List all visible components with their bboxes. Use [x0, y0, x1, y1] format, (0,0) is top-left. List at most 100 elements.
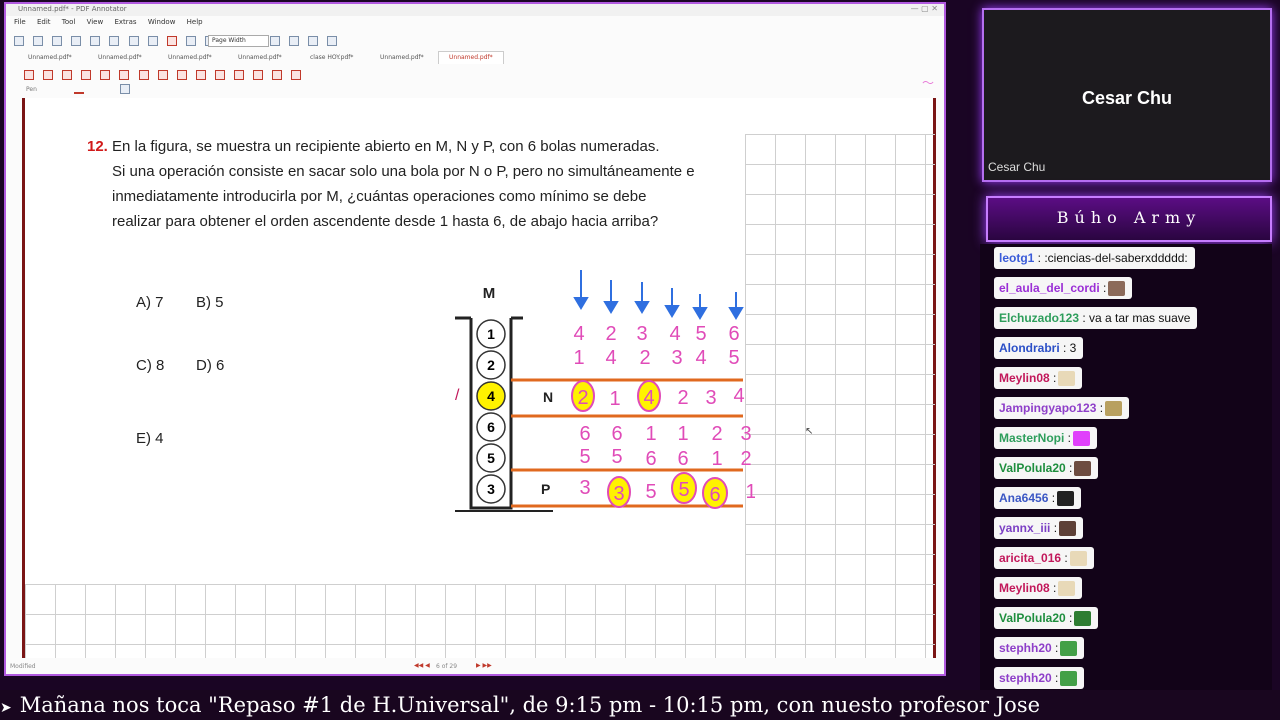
- pen-width-icon[interactable]: [118, 82, 132, 96]
- chat-username[interactable]: Meylin08: [999, 371, 1050, 385]
- chat-username[interactable]: Elchuzado123: [999, 311, 1079, 325]
- text-icon[interactable]: [214, 70, 225, 80]
- delete-icon[interactable]: [166, 36, 177, 46]
- emote-icon: [1074, 611, 1092, 627]
- image-icon[interactable]: [253, 70, 264, 80]
- ticker-arrow-icon: ➤: [0, 700, 12, 716]
- svg-text:6: 6: [579, 423, 590, 445]
- chat-username[interactable]: ValPolula20: [999, 611, 1066, 625]
- save-icon[interactable]: [52, 36, 63, 46]
- chat-message-text: :: [1061, 551, 1068, 565]
- chat-username[interactable]: stephh20: [999, 671, 1052, 685]
- stamp-icon[interactable]: [234, 70, 245, 80]
- fullscreen-icon[interactable]: [327, 36, 338, 46]
- svg-text:1: 1: [573, 347, 584, 369]
- page-nav-forward-icons[interactable]: ▶ ▶▶: [476, 662, 492, 669]
- eraser-icon[interactable]: [119, 70, 130, 80]
- chat-username[interactable]: yannx_iii: [999, 521, 1050, 535]
- print-icon[interactable]: [90, 36, 101, 46]
- tab-document-2[interactable]: Unnamed.pdf*: [88, 52, 152, 64]
- svg-text:2: 2: [605, 323, 616, 345]
- chat-message: yannx_iii :: [994, 517, 1084, 539]
- cut-icon[interactable]: [109, 36, 120, 46]
- menu-help[interactable]: Help: [187, 18, 203, 26]
- undo-icon[interactable]: [185, 36, 196, 46]
- page-indicator[interactable]: 6 of 29: [436, 663, 457, 670]
- svg-text:5: 5: [579, 446, 590, 468]
- chat-message-text: :: [1064, 431, 1072, 445]
- status-text: Modified: [10, 663, 36, 670]
- handwritten-arrows: [573, 270, 744, 320]
- page-nav-icons[interactable]: ◀◀ ◀: [414, 662, 430, 669]
- tab-document-1[interactable]: Unnamed.pdf*: [18, 52, 82, 64]
- svg-text:5: 5: [695, 323, 706, 345]
- chat-title: Búho Army: [1056, 208, 1202, 227]
- new-icon[interactable]: [14, 36, 24, 46]
- highlighter-icon[interactable]: [100, 70, 111, 80]
- chat-message-text: :: [1065, 461, 1073, 475]
- pointer-icon[interactable]: [24, 70, 34, 80]
- zoom-icon[interactable]: [62, 70, 73, 80]
- view-toolbar: [268, 32, 339, 51]
- save-as-icon[interactable]: [71, 36, 82, 46]
- menu-window[interactable]: Window: [148, 18, 176, 26]
- chat-username[interactable]: stephh20: [999, 641, 1052, 655]
- chat-username[interactable]: Jampingyapo123: [999, 401, 1096, 415]
- chat-username[interactable]: Meylin08: [999, 581, 1050, 595]
- chat-message-text: :: [1049, 371, 1057, 385]
- question-line-4: realizar para obtener el orden ascendent…: [112, 213, 659, 230]
- option-b: B) 5: [196, 294, 224, 311]
- tab-document-3[interactable]: Unnamed.pdf*: [158, 52, 222, 64]
- signature-icon[interactable]: 〜: [922, 74, 934, 91]
- chat-username[interactable]: aricita_016: [999, 551, 1061, 565]
- menu-extras[interactable]: Extras: [114, 18, 136, 26]
- menu-tool[interactable]: Tool: [62, 18, 76, 26]
- hand-icon[interactable]: [43, 70, 54, 80]
- svg-text:6: 6: [677, 448, 688, 470]
- svg-text:4: 4: [487, 388, 495, 404]
- svg-text:2: 2: [740, 448, 751, 470]
- pen-icon[interactable]: [81, 70, 92, 80]
- menu-file[interactable]: File: [14, 18, 26, 26]
- chat-username[interactable]: el_aula_del_cordi: [999, 281, 1100, 295]
- pdf-page[interactable]: 12. En la figura, se muestra un recipien…: [22, 98, 936, 658]
- svg-text:2: 2: [639, 347, 650, 369]
- tab-clase-hoy[interactable]: clase HOY.pdf*: [300, 52, 363, 64]
- favorite-icon[interactable]: [291, 70, 302, 80]
- menu-view[interactable]: View: [87, 18, 104, 26]
- fit-width-icon[interactable]: [289, 36, 300, 46]
- arrow-icon[interactable]: [157, 70, 168, 80]
- document-tabs: Unnamed.pdf* Unnamed.pdf* Unnamed.pdf* U…: [12, 51, 936, 64]
- svg-text:1: 1: [745, 481, 755, 503]
- emote-icon: [1105, 401, 1123, 417]
- svg-text:2: 2: [677, 387, 688, 409]
- chat-message: Ana6456 :: [994, 487, 1082, 509]
- chat-username[interactable]: Alondrabri: [999, 341, 1060, 355]
- two-page-icon[interactable]: [308, 36, 319, 46]
- chat-username[interactable]: MasterNopi: [999, 431, 1064, 445]
- handwritten-mark: /: [455, 387, 460, 404]
- tab-document-6[interactable]: Unnamed.pdf*: [370, 52, 434, 64]
- chat-message-text: :: [1096, 401, 1104, 415]
- svg-text:2: 2: [711, 423, 722, 445]
- chat-username[interactable]: ValPolula20: [999, 461, 1066, 475]
- pen-color-icon[interactable]: [74, 82, 84, 94]
- paste-icon[interactable]: [147, 36, 158, 46]
- tab-document-4[interactable]: Unnamed.pdf*: [228, 52, 292, 64]
- fit-page-icon[interactable]: [270, 36, 280, 46]
- chat-message: el_aula_del_cordi :: [994, 277, 1133, 299]
- chat-username[interactable]: leotg1: [999, 251, 1034, 265]
- chat-username[interactable]: Ana6456: [999, 491, 1048, 505]
- open-icon[interactable]: [33, 36, 44, 46]
- copy-icon[interactable]: [128, 36, 139, 46]
- svg-text:6: 6: [645, 448, 656, 470]
- zoom-select[interactable]: Page Width: [208, 35, 269, 47]
- line-icon[interactable]: [138, 70, 149, 80]
- link-icon[interactable]: [272, 70, 283, 80]
- tool-options-bar: Pen: [6, 82, 944, 96]
- rectangle-icon[interactable]: [176, 70, 187, 80]
- ellipse-icon[interactable]: [195, 70, 206, 80]
- tab-document-active[interactable]: Unnamed.pdf*: [438, 51, 504, 64]
- window-controls[interactable]: — ▢ ✕: [911, 4, 938, 13]
- menu-edit[interactable]: Edit: [37, 18, 51, 26]
